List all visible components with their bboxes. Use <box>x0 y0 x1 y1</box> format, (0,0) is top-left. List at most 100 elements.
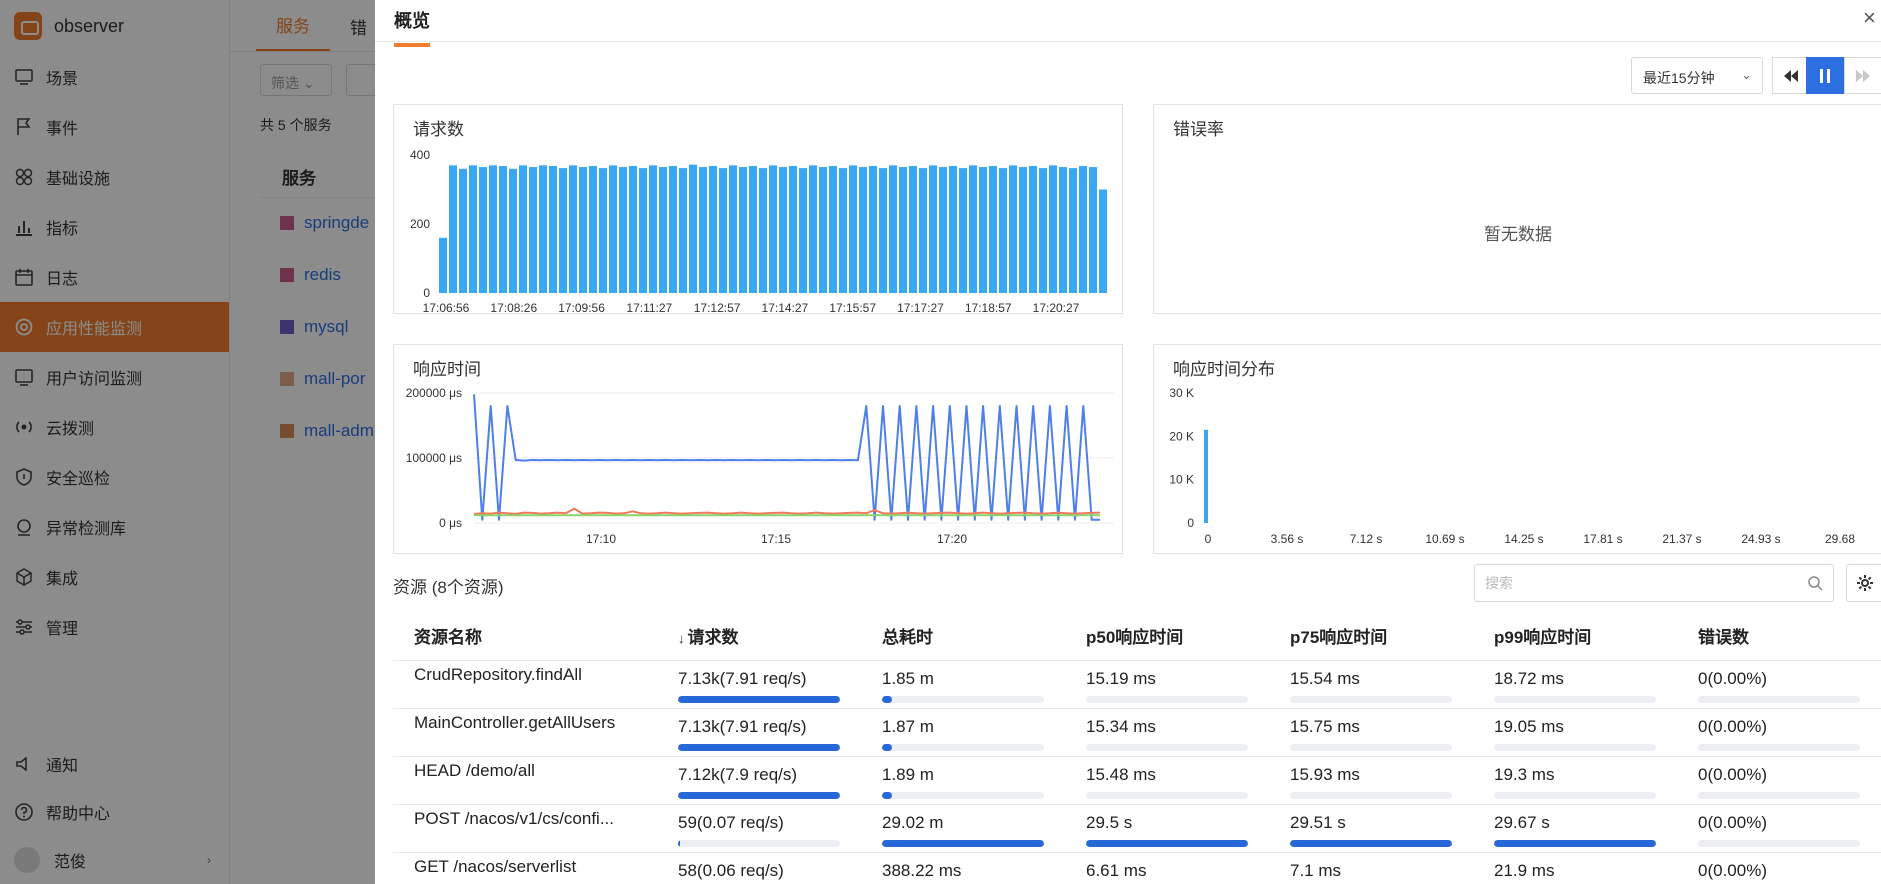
resource-name[interactable]: HEAD /demo/all <box>393 756 657 805</box>
cell-value: 1.89 m <box>882 764 934 784</box>
resource-name[interactable]: GET /nacos/serverlist <box>393 852 657 884</box>
tab-overview[interactable]: 概览 <box>394 7 430 47</box>
rewind-icon <box>1784 69 1798 82</box>
chart-bar <box>819 167 827 293</box>
x-tick-label: 17:11:27 <box>626 301 672 313</box>
chart-bar <box>519 165 527 293</box>
resource-name[interactable]: MainController.getAllUsers <box>393 708 657 757</box>
x-tick-label: 7.12 s <box>1350 532 1383 546</box>
col-requests[interactable]: ↓ 请求数 <box>657 612 861 661</box>
error-rate-panel: 错误率 暂无数据 <box>1153 104 1881 314</box>
table-row[interactable]: POST /nacos/v1/cs/confi... 59(0.07 req/s)… <box>393 804 1881 853</box>
requests-chart: 400 200 017:06:56 17:08:26 17:09:56 17:11:27 1… <box>410 148 1107 313</box>
progress-track <box>1290 839 1452 847</box>
progress-fill <box>882 743 892 751</box>
rewind-button[interactable] <box>1772 57 1810 94</box>
x-tick-label: 17:14:27 <box>762 301 809 313</box>
progress-fill <box>1086 839 1248 847</box>
time-range-select[interactable]: 最近15分钟 ⌄ <box>1631 57 1763 94</box>
pause-button[interactable] <box>1806 57 1844 94</box>
y-tick-label: 400 <box>410 148 430 162</box>
pause-icon <box>1820 68 1830 83</box>
table-row[interactable]: HEAD /demo/all 7.12k(7.9 req/s) 1.89 m 15.4… <box>393 756 1881 805</box>
distribution-chart: 30 K 20 K 10 K 00 3.56 s 7.12 s 10.69 s 14.25 s… <box>1169 386 1855 546</box>
col-requests-label: 请求数 <box>687 628 739 648</box>
cell-p50: 15.19 ms <box>1065 660 1269 709</box>
x-tick-label: 17:20 <box>937 532 967 546</box>
col-resource-name[interactable]: 资源名称 <box>393 612 657 661</box>
cell-value: 15.19 ms <box>1086 668 1156 688</box>
chart-bar <box>739 167 747 293</box>
chart-bar <box>939 167 947 293</box>
cell-errors: 0(0.00%) <box>1677 852 1881 884</box>
overview-drawer: 概览 × 最近15分钟 ⌄ 请求数 400 200 0 17:06:56 17:08:2… <box>375 0 1881 884</box>
chart-bar <box>959 168 967 293</box>
cell-p99: 29.67 s <box>1473 804 1677 853</box>
close-icon[interactable]: × <box>1863 5 1881 31</box>
col-errors[interactable]: 错误数 <box>1677 612 1881 661</box>
chart-bar <box>669 166 677 293</box>
resource-search[interactable] <box>1474 564 1834 602</box>
chart-bar <box>859 167 867 293</box>
progress-fill <box>678 695 840 703</box>
sort-down-icon: ↓ <box>678 631 685 647</box>
chart-bar <box>619 167 627 293</box>
cell-p75: 29.51 s <box>1269 804 1473 853</box>
chart-bar <box>1069 168 1077 293</box>
chart-bar <box>489 165 497 293</box>
resource-name[interactable]: POST /nacos/v1/cs/confi... <box>393 804 657 853</box>
no-data-text: 暂无数据 <box>1484 225 1552 244</box>
fast-forward-button[interactable] <box>1844 57 1881 94</box>
cell-p50: 15.48 ms <box>1065 756 1269 805</box>
y-tick-label: 20 K <box>1169 429 1194 443</box>
chart-bar <box>1079 166 1087 293</box>
resources-title: 资源 (8个资源) <box>393 578 504 597</box>
y-tick-label: 100000 μs <box>406 451 462 465</box>
y-tick-label: 10 K <box>1169 473 1194 487</box>
chart-bar <box>889 165 897 293</box>
progress-fill <box>882 695 892 703</box>
chart-bar <box>999 168 1007 293</box>
column-settings-button[interactable] <box>1846 564 1881 602</box>
chart-bar <box>1039 168 1047 293</box>
gear-icon <box>1857 575 1873 591</box>
cell-p50: 29.5 s <box>1065 804 1269 853</box>
cell-value: 21.9 ms <box>1494 860 1555 880</box>
cell-total: 29.02 m <box>861 804 1065 853</box>
cell-total: 1.87 m <box>861 708 1065 757</box>
x-tick-label: 14.25 s <box>1504 532 1543 546</box>
x-tick-label: 17:10 <box>586 532 616 546</box>
col-p50[interactable]: p50响应时间 <box>1065 612 1269 661</box>
series-line <box>473 507 1101 515</box>
search-input[interactable] <box>1475 565 1775 601</box>
table-row[interactable]: GET /nacos/serverlist 58(0.06 req/s) 388.2… <box>393 852 1881 884</box>
chart-bar <box>1099 189 1107 293</box>
col-total-time[interactable]: 总耗时 <box>861 612 1065 661</box>
chart-bar <box>779 167 787 293</box>
progress-track <box>1698 743 1860 751</box>
progress-track <box>1086 743 1248 751</box>
chart-bar <box>509 168 517 293</box>
progress-track <box>1698 839 1860 847</box>
resource-name[interactable]: CrudRepository.findAll <box>393 660 657 709</box>
x-tick-label: 17:08:26 <box>490 301 537 313</box>
table-row[interactable]: MainController.getAllUsers 7.13k(7.91 req… <box>393 708 1881 757</box>
x-tick-label: 24.93 s <box>1741 532 1780 546</box>
table-row[interactable]: CrudRepository.findAll 7.13k(7.91 req/s) 1… <box>393 660 1881 709</box>
progress-track <box>1086 791 1248 799</box>
cell-value: 0(0.00%) <box>1698 860 1767 880</box>
chart-bar <box>539 165 547 293</box>
y-tick-label: 30 K <box>1169 386 1194 400</box>
chart-bar <box>469 165 477 293</box>
col-p99[interactable]: p99响应时间 <box>1473 612 1677 661</box>
chart-bar <box>549 166 557 293</box>
col-p75[interactable]: p75响应时间 <box>1269 612 1473 661</box>
cell-total: 1.89 m <box>861 756 1065 805</box>
chart-bar <box>969 165 977 293</box>
chart-bar <box>829 166 837 293</box>
cell-value: 1.87 m <box>882 716 934 736</box>
chart-bar <box>759 168 767 293</box>
x-tick-label: 0 <box>1205 532 1212 546</box>
cell-total: 388.22 ms <box>861 852 1065 884</box>
cell-value: 388.22 ms <box>882 860 962 880</box>
